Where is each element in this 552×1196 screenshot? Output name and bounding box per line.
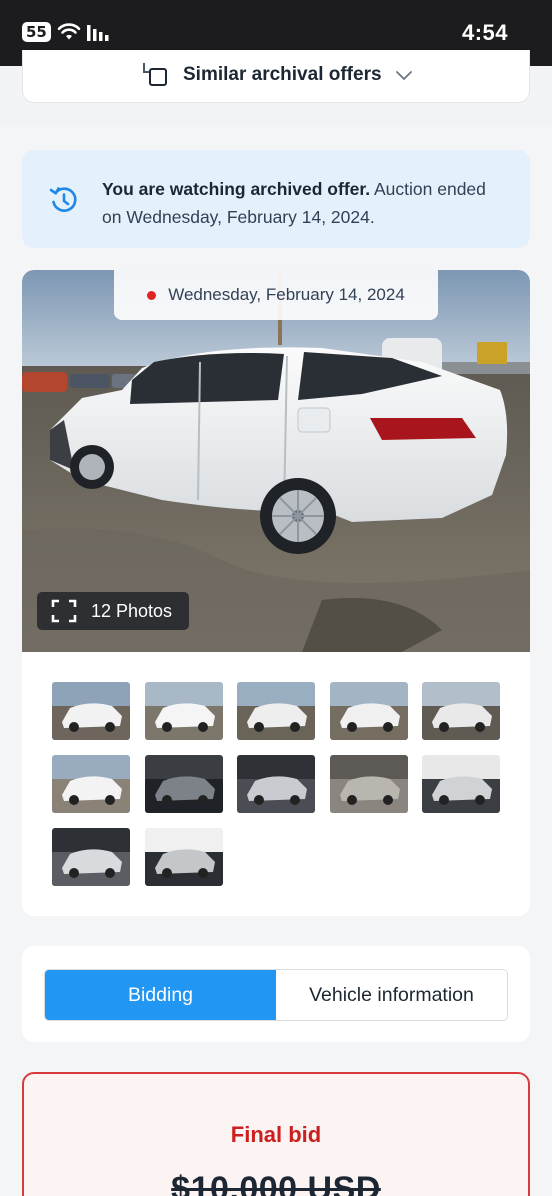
photo-thumbnail[interactable] <box>144 755 223 813</box>
status-dot <box>147 290 157 300</box>
photo-thumbnail[interactable] <box>144 682 223 740</box>
auction-date-pill: Wednesday, February 14, 2024 <box>114 270 438 320</box>
auction-date: Wednesday, February 14, 2024 <box>168 285 405 304</box>
photo-thumbnail[interactable] <box>144 828 223 886</box>
photo-thumbnail[interactable] <box>237 755 315 813</box>
photo-thumbnail[interactable] <box>329 682 408 740</box>
history-icon <box>49 187 77 212</box>
archived-notice: You are watching archived offer. Auction… <box>22 150 530 248</box>
gallery-card: Wednesday, February 14, 2024 12 Photos <box>22 270 530 916</box>
photo-thumbnail[interactable] <box>329 755 408 813</box>
tabs-card: Bidding Vehicle information <box>22 946 530 1042</box>
signal-icon <box>86 25 109 41</box>
notice-bold: You are watching archived offer. <box>102 179 371 199</box>
notice-text: You are watching archived offer. Auction… <box>102 175 502 231</box>
spacer <box>0 104 552 126</box>
tab-bidding[interactable]: Bidding <box>45 970 276 1020</box>
fullscreen-icon <box>51 599 77 623</box>
tab-vehicle-information[interactable]: Vehicle information <box>276 970 507 1020</box>
photo-thumbnail[interactable] <box>52 828 130 886</box>
battery-indicator: 55 <box>22 22 51 42</box>
wifi-icon <box>57 23 81 40</box>
tab-group: Bidding Vehicle information <box>44 969 508 1021</box>
chevron-down-icon <box>395 71 412 81</box>
final-bid-label: Final bid <box>230 1122 322 1147</box>
photo-thumbnail[interactable] <box>237 682 315 740</box>
photos-count-label: 12 Photos <box>91 600 173 621</box>
photo-thumbnail[interactable] <box>422 755 500 813</box>
photo-thumbnail[interactable] <box>422 682 500 740</box>
similar-offers-card[interactable]: Similar archival offers <box>22 50 530 103</box>
clock: 4:54 <box>461 20 508 45</box>
status-icons: 55 <box>22 22 113 42</box>
similar-offers-toggle[interactable]: Similar archival offers <box>141 62 414 88</box>
similar-offers-label: Similar archival offers <box>183 64 382 85</box>
final-bid-card: Final bid $10,000 USD <box>22 1072 530 1196</box>
photo-thumbnail[interactable] <box>52 755 130 813</box>
photo-thumbnail[interactable] <box>52 682 130 740</box>
photos-button[interactable]: 12 Photos <box>37 592 189 630</box>
copy-icon <box>143 63 167 86</box>
final-bid-value: $10,000 USD <box>171 1170 381 1196</box>
